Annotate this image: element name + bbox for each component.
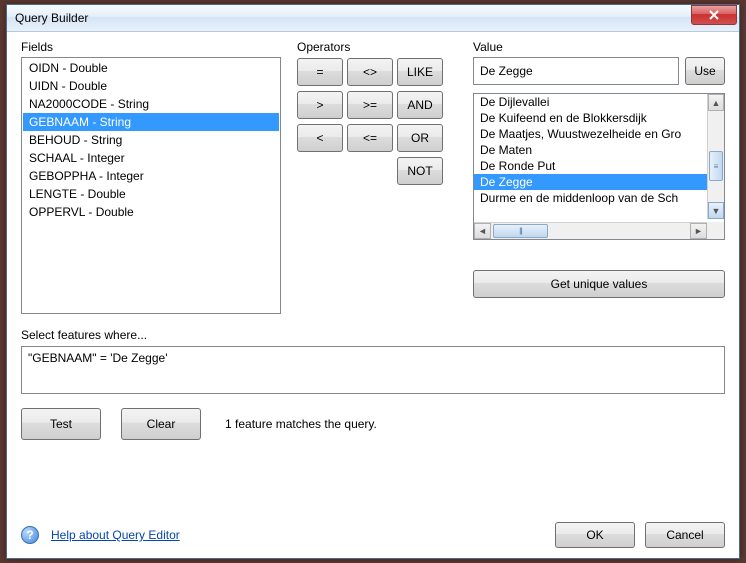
scroll-thumb[interactable] [709, 151, 723, 181]
help-icon: ? [21, 526, 39, 544]
op-and[interactable]: AND [397, 91, 443, 119]
status-text: 1 feature matches the query. [225, 417, 377, 431]
query-textarea[interactable] [21, 346, 725, 394]
cancel-button[interactable]: Cancel [645, 522, 725, 548]
op-greater-equal[interactable]: >= [347, 91, 393, 119]
value-item[interactable]: De Zegge [474, 174, 724, 190]
fields-label: Fields [21, 40, 281, 54]
horizontal-scrollbar[interactable]: ◄ ► [474, 222, 707, 239]
field-item[interactable]: OIDN - Double [23, 59, 279, 77]
clear-button[interactable]: Clear [121, 408, 201, 440]
value-listbox[interactable]: De Dijlevallei De Kuifeend en de Blokker… [473, 93, 725, 240]
value-item[interactable]: De Kuifeend en de Blokkersdijk [474, 110, 724, 126]
scroll-thumb[interactable] [493, 224, 548, 238]
select-where-label: Select features where... [21, 328, 725, 342]
op-or[interactable]: OR [397, 124, 443, 152]
op-not[interactable]: NOT [397, 157, 443, 185]
scroll-down-icon[interactable]: ▼ [708, 202, 724, 219]
value-item[interactable]: Durme en de middenloop van de Sch [474, 190, 724, 206]
field-item[interactable]: BEHOUD - String [23, 131, 279, 149]
op-equals[interactable]: = [297, 58, 343, 86]
value-item[interactable]: De Ronde Put [474, 158, 724, 174]
window-title: Query Builder [15, 11, 691, 25]
dialog-content: Fields OIDN - Double UIDN - Double NA200… [7, 32, 739, 558]
titlebar[interactable]: Query Builder [7, 5, 739, 32]
value-label: Value [473, 40, 725, 54]
dialog-window: Query Builder Fields OIDN - Double UIDN … [6, 4, 740, 559]
operators-label: Operators [297, 40, 457, 54]
scroll-up-icon[interactable]: ▲ [708, 94, 724, 111]
field-item[interactable]: OPPERVL - Double [23, 203, 279, 221]
vertical-scrollbar[interactable]: ▲ ▼ [707, 94, 724, 219]
op-not-equals[interactable]: <> [347, 58, 393, 86]
fields-listbox[interactable]: OIDN - Double UIDN - Double NA2000CODE -… [21, 57, 281, 314]
value-input[interactable] [473, 57, 679, 85]
op-greater[interactable]: > [297, 91, 343, 119]
scroll-right-icon[interactable]: ► [690, 223, 707, 239]
get-unique-button[interactable]: Get unique values [473, 270, 725, 298]
op-less[interactable]: < [297, 124, 343, 152]
field-item[interactable]: GEBNAAM - String [23, 113, 279, 131]
field-item[interactable]: GEBOPPHA - Integer [23, 167, 279, 185]
op-like[interactable]: LIKE [397, 58, 443, 86]
value-item[interactable]: De Maatjes, Wuustwezelheide en Gro [474, 126, 724, 142]
value-item[interactable]: De Maten [474, 142, 724, 158]
scroll-left-icon[interactable]: ◄ [474, 223, 491, 239]
op-less-equal[interactable]: <= [347, 124, 393, 152]
help-link[interactable]: Help about Query Editor [51, 528, 180, 542]
close-button[interactable] [691, 5, 737, 25]
close-icon [709, 10, 719, 20]
field-item[interactable]: SCHAAL - Integer [23, 149, 279, 167]
test-button[interactable]: Test [21, 408, 101, 440]
scroll-corner [707, 222, 724, 239]
value-item[interactable]: De Dijlevallei [474, 94, 724, 110]
use-button[interactable]: Use [685, 57, 725, 85]
field-item[interactable]: UIDN - Double [23, 77, 279, 95]
ok-button[interactable]: OK [555, 522, 635, 548]
field-item[interactable]: LENGTE - Double [23, 185, 279, 203]
field-item[interactable]: NA2000CODE - String [23, 95, 279, 113]
